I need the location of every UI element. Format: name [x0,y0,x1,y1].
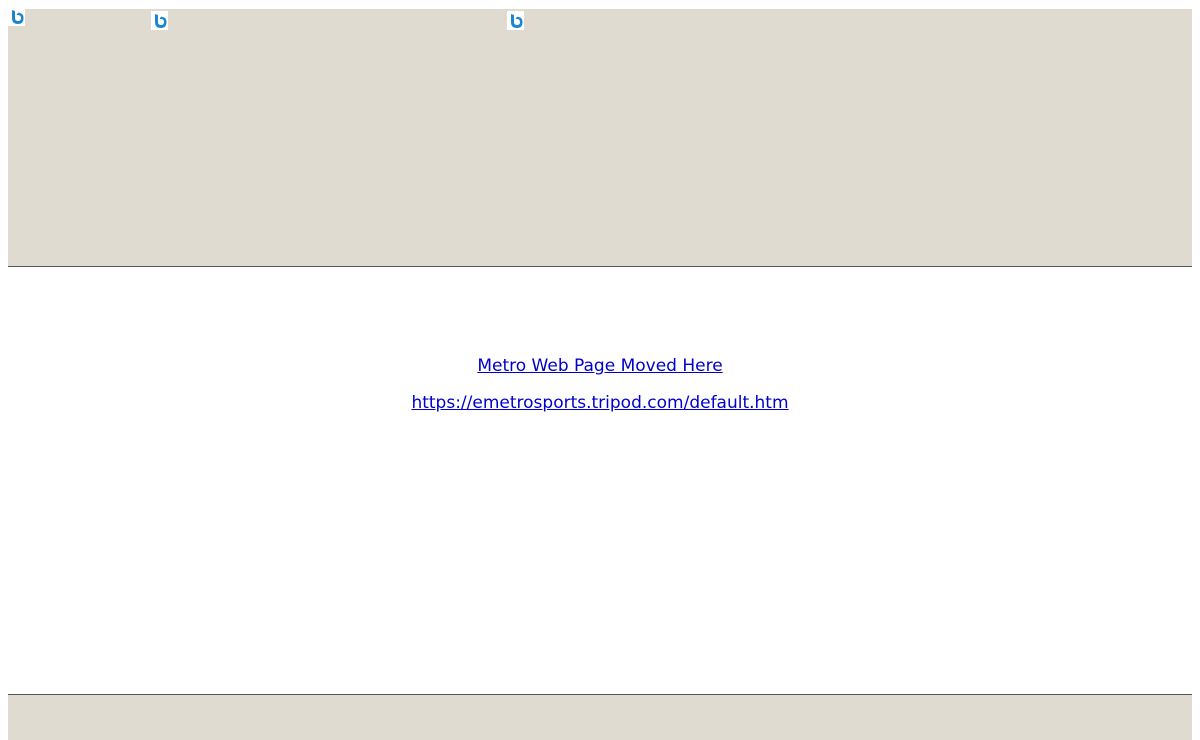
main-content: Metro Web Page Moved Here https://emetro… [0,267,1200,694]
moved-page-link[interactable]: Metro Web Page Moved Here [0,356,1200,376]
top-banner [8,9,1192,267]
page: Metro Web Page Moved Here https://emetro… [0,0,1200,740]
bottom-banner [8,694,1192,740]
bing-icon[interactable] [8,8,25,26]
bing-icon[interactable] [507,11,524,30]
new-url-link[interactable]: https://emetrosports.tripod.com/default.… [0,393,1200,413]
bing-icon[interactable] [151,11,168,30]
